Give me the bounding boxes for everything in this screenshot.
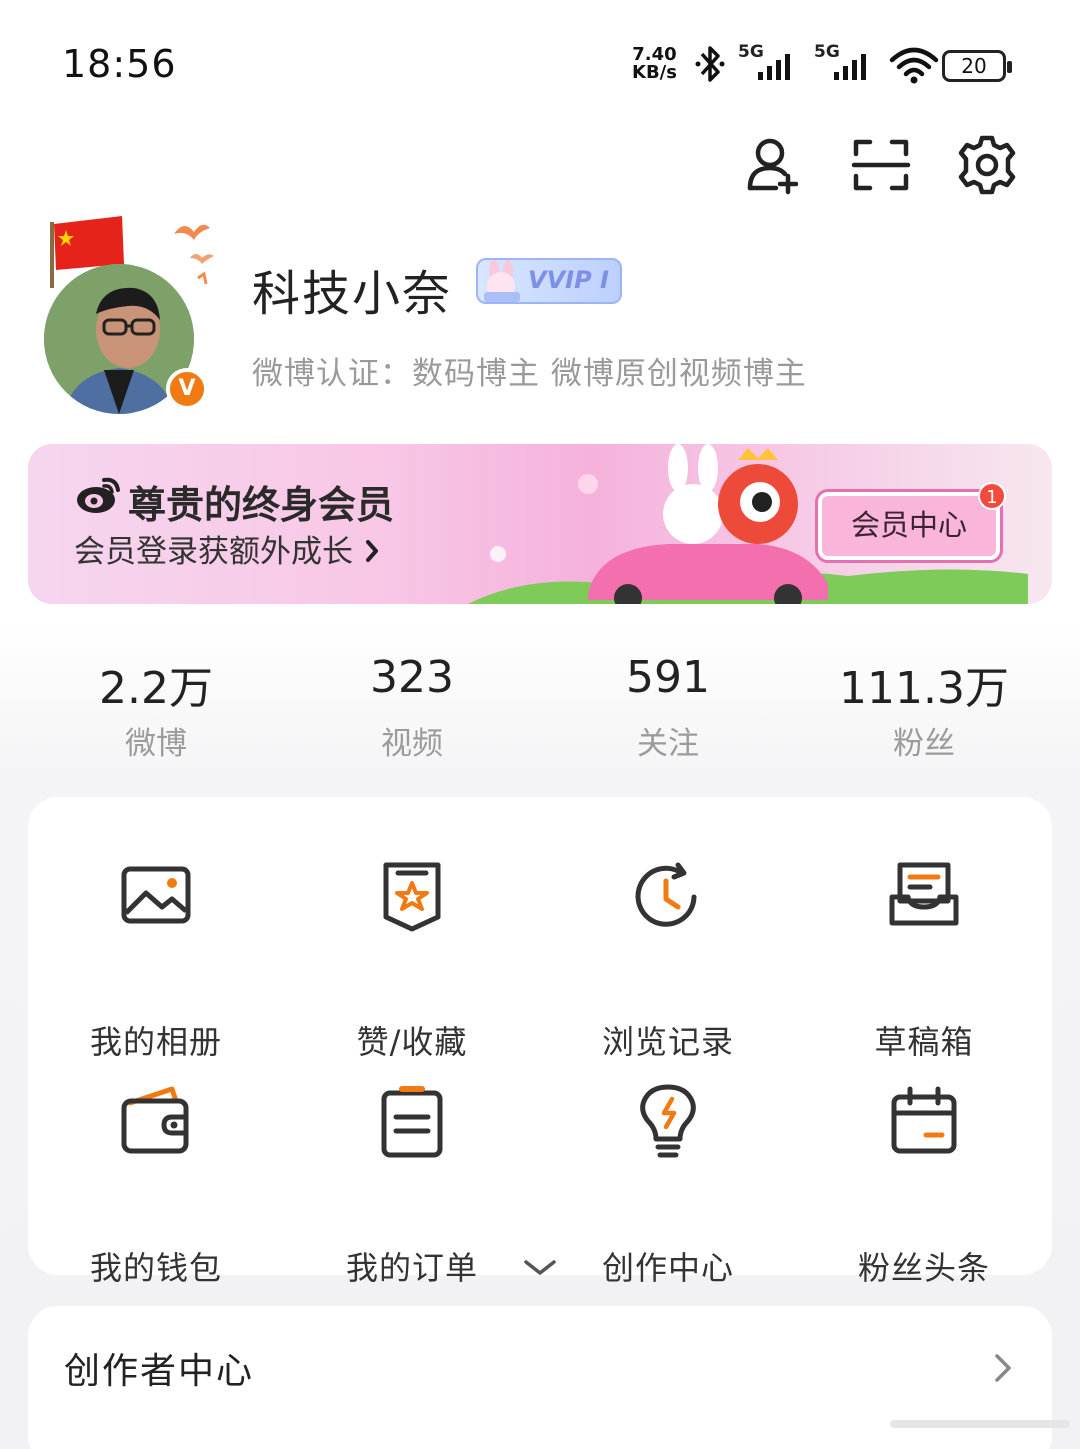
settings-button[interactable]	[956, 134, 1018, 196]
network-speed: 7.40 KB/s	[632, 44, 677, 83]
status-time: 18:56	[62, 42, 177, 86]
chevron-right-icon	[365, 540, 378, 562]
shortcut-fan-headline[interactable]: 粉丝头条	[796, 1083, 1052, 1287]
orders-icon	[381, 1086, 443, 1158]
shortcut-grid: 我的相册 赞/收藏 浏览记录 草稿箱 我的钱包 我的订单 创作中心 粉丝头条	[28, 797, 1052, 1287]
profile-stats: 2.2万 微博 323 视频 591 关注 111.3万 粉丝	[28, 652, 1052, 772]
profile-name: 科技小奈	[252, 266, 453, 322]
expand-grid-button[interactable]	[440, 1242, 640, 1294]
status-icons: 5G 5G	[690, 42, 940, 86]
scan-icon	[851, 139, 911, 191]
settings-icon	[958, 135, 1016, 195]
member-center-button[interactable]: 会员中心	[818, 492, 1000, 560]
chevron-right-icon	[995, 1354, 1011, 1382]
shortcut-history[interactable]: 浏览记录	[540, 857, 796, 1061]
fan-headline-icon	[891, 1086, 957, 1154]
stat-followers[interactable]: 111.3万 粉丝	[796, 652, 1052, 772]
weibo-logo-icon	[77, 477, 120, 513]
verified-badge: V	[166, 368, 208, 410]
signal-1-icon: 5G	[738, 42, 806, 86]
vip-member-banner[interactable]: 尊贵的终身会员 会员登录获额外成长 会员中心 1	[28, 444, 1052, 604]
history-icon	[635, 862, 697, 927]
bluetooth-icon	[695, 46, 725, 82]
stat-videos[interactable]: 323 视频	[284, 652, 540, 772]
drafts-icon	[889, 862, 959, 926]
status-bar: 18:56 7.40 KB/s 5G 5G 20	[0, 0, 1080, 120]
vvip-label: VVIP I	[528, 266, 609, 294]
avatar[interactable]: V	[36, 212, 226, 422]
shortcut-favorites[interactable]: 赞/收藏	[284, 857, 540, 1061]
album-icon	[121, 866, 191, 924]
add-friend-icon	[747, 138, 799, 195]
creation-center-icon	[640, 1084, 696, 1158]
wallet-icon	[121, 1086, 189, 1154]
watermark-decoration	[890, 1420, 1070, 1428]
bunny-mascot-icon	[484, 260, 520, 302]
stat-weibo[interactable]: 2.2万 微博	[28, 652, 284, 772]
shortcut-wallet[interactable]: 我的钱包	[28, 1083, 284, 1287]
shortcut-album[interactable]: 我的相册	[28, 857, 284, 1061]
creator-center-title: 创作者中心	[64, 1351, 255, 1392]
scan-button[interactable]	[850, 134, 912, 196]
wifi-icon	[889, 47, 939, 84]
shortcut-drafts[interactable]: 草稿箱	[796, 857, 1052, 1061]
battery-indicator: 20	[942, 50, 1012, 82]
vvip-badge[interactable]: VVIP I	[476, 258, 622, 304]
banner-subtitle[interactable]: 会员登录获额外成长	[74, 526, 381, 571]
signal-2-icon: 5G	[814, 42, 882, 86]
bird-decoration-icon	[174, 224, 214, 285]
verification-text: 微博认证：数码博主 微博原创视频博主	[252, 356, 807, 392]
stat-following[interactable]: 591 关注	[540, 652, 796, 772]
add-friend-button[interactable]	[742, 134, 804, 196]
notification-badge: 1	[978, 482, 1006, 510]
favorites-icon	[383, 862, 441, 932]
banner-title: 尊贵的终身会员	[128, 483, 395, 527]
